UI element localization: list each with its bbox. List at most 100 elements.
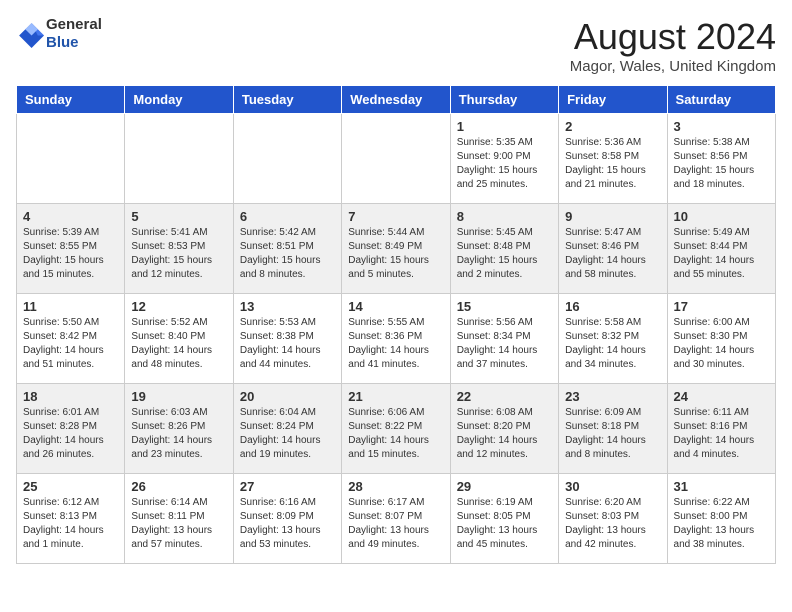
logo: General Blue: [16, 16, 102, 52]
day-info: Sunrise: 5:53 AM Sunset: 8:38 PM Dayligh…: [240, 316, 335, 372]
calendar-cell: 7 Sunrise: 5:44 AM Sunset: 8:49 PM Daylig…: [342, 204, 450, 294]
calendar-cell: 2Sunrise: 5:36 AM Sunset: 8:58 PM Daylig…: [559, 114, 667, 204]
calendar-cell: 5 Sunrise: 5:41 AM Sunset: 8:53 PM Daylig…: [125, 204, 233, 294]
day-number: 10: [674, 209, 769, 224]
day-number: 30: [565, 479, 660, 494]
calendar-cell: 31 Sunrise: 6:22 AM Sunset: 8:00 PM Dayli…: [667, 474, 775, 564]
day-info: Sunrise: 5:38 AM Sunset: 8:56 PM Dayligh…: [674, 136, 769, 192]
day-info: Sunrise: 6:03 AM Sunset: 8:26 PM Dayligh…: [131, 406, 226, 462]
day-number: 19: [131, 389, 226, 404]
day-number: 18: [23, 389, 118, 404]
day-number: 9: [565, 209, 660, 224]
calendar-cell: 19 Sunrise: 6:03 AM Sunset: 8:26 PM Dayli…: [125, 384, 233, 474]
col-header-wednesday: Wednesday: [342, 86, 450, 114]
day-info: Sunrise: 6:04 AM Sunset: 8:24 PM Dayligh…: [240, 406, 335, 462]
calendar-cell: 3 Sunrise: 5:38 AM Sunset: 8:56 PM Daylig…: [667, 114, 775, 204]
day-info: Sunrise: 5:50 AM Sunset: 8:42 PM Dayligh…: [23, 316, 118, 372]
calendar-cell: 16 Sunrise: 5:58 AM Sunset: 8:32 PM Dayli…: [559, 294, 667, 384]
day-number: 7: [348, 209, 443, 224]
day-number: 26: [131, 479, 226, 494]
calendar-cell: 20Sunrise: 6:04 AM Sunset: 8:24 PM Dayli…: [233, 384, 341, 474]
day-number: 15: [457, 299, 552, 314]
day-number: 3: [674, 119, 769, 134]
calendar-cell: 23 Sunrise: 6:09 AM Sunset: 8:18 PM Dayli…: [559, 384, 667, 474]
calendar-week-3: 11 Sunrise: 5:50 AM Sunset: 8:42 PM Dayli…: [17, 294, 776, 384]
day-number: 8: [457, 209, 552, 224]
location-subtitle: Magor, Wales, United Kingdom: [570, 58, 776, 75]
calendar-header-row: SundayMondayTuesdayWednesdayThursdayFrid…: [17, 86, 776, 114]
day-info: Sunrise: 5:41 AM Sunset: 8:53 PM Dayligh…: [131, 226, 226, 282]
day-info: Sunrise: 5:42 AM Sunset: 8:51 PM Dayligh…: [240, 226, 335, 282]
day-info: Sunrise: 6:08 AM Sunset: 8:20 PM Dayligh…: [457, 406, 552, 462]
calendar-cell: 18 Sunrise: 6:01 AM Sunset: 8:28 PM Dayli…: [17, 384, 125, 474]
day-info: Sunrise: 6:17 AM Sunset: 8:07 PM Dayligh…: [348, 496, 443, 552]
day-info: Sunrise: 5:49 AM Sunset: 8:44 PM Dayligh…: [674, 226, 769, 282]
calendar-cell: 8 Sunrise: 5:45 AM Sunset: 8:48 PM Daylig…: [450, 204, 558, 294]
calendar-week-1: 1 Sunrise: 5:35 AM Sunset: 9:00 PM Daylig…: [17, 114, 776, 204]
day-info: Sunrise: 5:47 AM Sunset: 8:46 PM Dayligh…: [565, 226, 660, 282]
day-number: 2: [565, 119, 660, 134]
day-number: 14: [348, 299, 443, 314]
calendar-cell: [342, 114, 450, 204]
day-number: 17: [674, 299, 769, 314]
calendar-week-5: 25 Sunrise: 6:12 AM Sunset: 8:13 PM Dayli…: [17, 474, 776, 564]
calendar-table: SundayMondayTuesdayWednesdayThursdayFrid…: [16, 85, 776, 564]
calendar-cell: 28 Sunrise: 6:17 AM Sunset: 8:07 PM Dayli…: [342, 474, 450, 564]
day-info: Sunrise: 5:39 AM Sunset: 8:55 PM Dayligh…: [23, 226, 118, 282]
calendar-cell: [125, 114, 233, 204]
calendar-cell: 24Sunrise: 6:11 AM Sunset: 8:16 PM Dayli…: [667, 384, 775, 474]
day-info: Sunrise: 5:35 AM Sunset: 9:00 PM Dayligh…: [457, 136, 552, 192]
day-info: Sunrise: 6:16 AM Sunset: 8:09 PM Dayligh…: [240, 496, 335, 552]
day-number: 16: [565, 299, 660, 314]
calendar-week-2: 4 Sunrise: 5:39 AM Sunset: 8:55 PM Daylig…: [17, 204, 776, 294]
day-number: 28: [348, 479, 443, 494]
day-info: Sunrise: 5:55 AM Sunset: 8:36 PM Dayligh…: [348, 316, 443, 372]
day-number: 12: [131, 299, 226, 314]
calendar-cell: 26 Sunrise: 6:14 AM Sunset: 8:11 PM Dayli…: [125, 474, 233, 564]
calendar-cell: 27 Sunrise: 6:16 AM Sunset: 8:09 PM Dayli…: [233, 474, 341, 564]
day-number: 6: [240, 209, 335, 224]
calendar-cell: 10 Sunrise: 5:49 AM Sunset: 8:44 PM Dayli…: [667, 204, 775, 294]
day-info: Sunrise: 6:01 AM Sunset: 8:28 PM Dayligh…: [23, 406, 118, 462]
calendar-cell: 1 Sunrise: 5:35 AM Sunset: 9:00 PM Daylig…: [450, 114, 558, 204]
day-info: Sunrise: 6:06 AM Sunset: 8:22 PM Dayligh…: [348, 406, 443, 462]
day-info: Sunrise: 5:52 AM Sunset: 8:40 PM Dayligh…: [131, 316, 226, 372]
calendar-cell: 15 Sunrise: 5:56 AM Sunset: 8:34 PM Dayli…: [450, 294, 558, 384]
day-info: Sunrise: 6:14 AM Sunset: 8:11 PM Dayligh…: [131, 496, 226, 552]
day-number: 27: [240, 479, 335, 494]
calendar-week-4: 18 Sunrise: 6:01 AM Sunset: 8:28 PM Dayli…: [17, 384, 776, 474]
calendar-cell: 30 Sunrise: 6:20 AM Sunset: 8:03 PM Dayli…: [559, 474, 667, 564]
calendar-cell: 4 Sunrise: 5:39 AM Sunset: 8:55 PM Daylig…: [17, 204, 125, 294]
day-number: 25: [23, 479, 118, 494]
day-number: 5: [131, 209, 226, 224]
calendar-cell: 12 Sunrise: 5:52 AM Sunset: 8:40 PM Dayli…: [125, 294, 233, 384]
day-number: 23: [565, 389, 660, 404]
calendar-cell: 17Sunrise: 6:00 AM Sunset: 8:30 PM Dayli…: [667, 294, 775, 384]
day-number: 31: [674, 479, 769, 494]
day-info: Sunrise: 6:22 AM Sunset: 8:00 PM Dayligh…: [674, 496, 769, 552]
day-info: Sunrise: 6:12 AM Sunset: 8:13 PM Dayligh…: [23, 496, 118, 552]
day-info: Sunrise: 5:44 AM Sunset: 8:49 PM Dayligh…: [348, 226, 443, 282]
day-number: 22: [457, 389, 552, 404]
calendar-cell: 14 Sunrise: 5:55 AM Sunset: 8:36 PM Dayli…: [342, 294, 450, 384]
calendar-cell: [17, 114, 125, 204]
day-info: Sunrise: 5:58 AM Sunset: 8:32 PM Dayligh…: [565, 316, 660, 372]
calendar-cell: 22 Sunrise: 6:08 AM Sunset: 8:20 PM Dayli…: [450, 384, 558, 474]
title-area: August 2024 Magor, Wales, United Kingdom: [570, 16, 776, 75]
logo-text: General Blue: [46, 16, 102, 52]
page-header: General Blue August 2024 Magor, Wales, U…: [16, 16, 776, 75]
day-info: Sunrise: 6:19 AM Sunset: 8:05 PM Dayligh…: [457, 496, 552, 552]
day-info: Sunrise: 6:20 AM Sunset: 8:03 PM Dayligh…: [565, 496, 660, 552]
calendar-cell: 25 Sunrise: 6:12 AM Sunset: 8:13 PM Dayli…: [17, 474, 125, 564]
calendar-cell: 21Sunrise: 6:06 AM Sunset: 8:22 PM Dayli…: [342, 384, 450, 474]
day-number: 1: [457, 119, 552, 134]
day-info: Sunrise: 5:56 AM Sunset: 8:34 PM Dayligh…: [457, 316, 552, 372]
calendar-cell: [233, 114, 341, 204]
day-info: Sunrise: 6:09 AM Sunset: 8:18 PM Dayligh…: [565, 406, 660, 462]
day-number: 4: [23, 209, 118, 224]
day-number: 11: [23, 299, 118, 314]
calendar-cell: 29Sunrise: 6:19 AM Sunset: 8:05 PM Dayli…: [450, 474, 558, 564]
calendar-cell: 9 Sunrise: 5:47 AM Sunset: 8:46 PM Daylig…: [559, 204, 667, 294]
day-info: Sunrise: 5:45 AM Sunset: 8:48 PM Dayligh…: [457, 226, 552, 282]
col-header-friday: Friday: [559, 86, 667, 114]
